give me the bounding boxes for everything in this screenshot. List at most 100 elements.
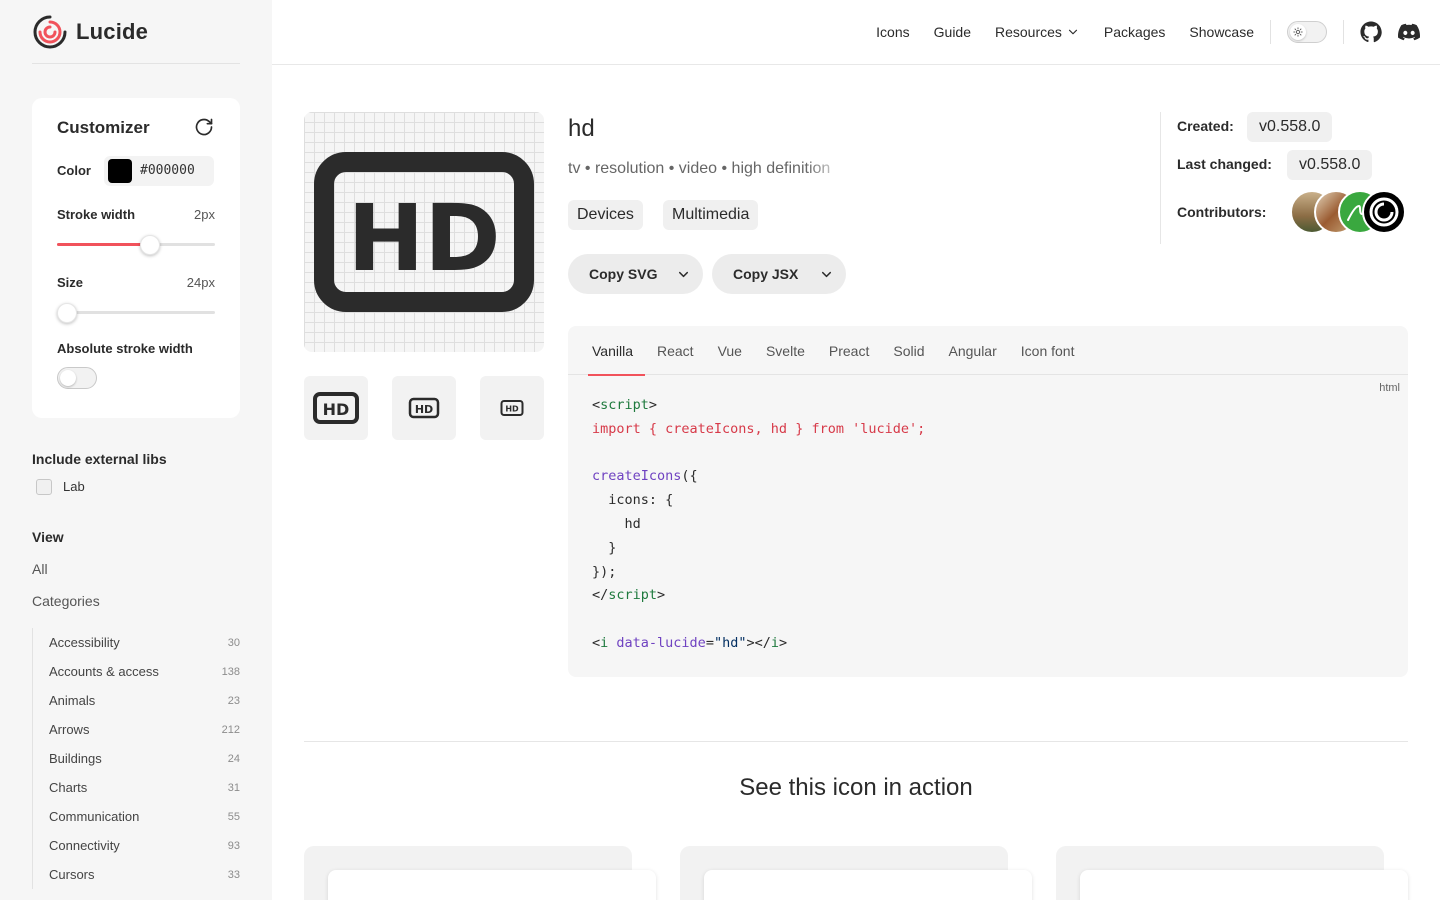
category-name: Connectivity [49,838,120,853]
nav-packages-link[interactable]: Packages [1104,24,1165,40]
code-line: ​ [592,442,925,466]
category-item[interactable]: Charts 31 [33,773,240,802]
avatar[interactable] [1362,190,1406,234]
theme-knob [1290,24,1306,40]
code-line: import { createIcons, hd } from 'lucide'… [592,420,926,437]
last-changed-label: Last changed: [1177,156,1272,172]
discord-icon [1398,23,1420,41]
changed-version-badge[interactable]: v0.558.0 [1287,150,1373,180]
tab-vue[interactable]: Vue [706,326,754,375]
copy-svg-button[interactable]: Copy SVG [568,254,703,294]
code-line: </script> [592,587,666,604]
nav-separator [1343,20,1344,44]
sun-icon [1293,27,1303,37]
created-version-badge[interactable]: v0.558.0 [1247,112,1333,142]
circle-logo-icon [1369,197,1399,227]
category-item[interactable]: Arrows 212 [33,715,240,744]
icon-meta: Created: v0.558.0 Last changed: v0.558.0… [1160,112,1410,244]
tab-icon-font[interactable]: Icon font [1009,326,1087,375]
category-item[interactable]: Connectivity 93 [33,831,240,860]
stroke-width-slider-thumb[interactable] [139,235,160,255]
color-picker[interactable]: #000000 [104,156,214,186]
lab-checkbox[interactable] [36,479,52,495]
github-link[interactable] [1360,21,1382,43]
code-block[interactable]: <script> import { createIcons, hd } from … [592,394,925,656]
category-name: Communication [49,809,140,824]
hd-glyph-text: HD [415,403,433,416]
icon-name: hd [568,115,595,142]
lucide-logo[interactable]: Lucide [32,14,148,50]
hd-icon: HD [408,397,440,419]
lucide-logo-icon [33,15,67,49]
category-name: Arrows [49,722,90,737]
view-heading: View [32,529,64,545]
category-badge-multimedia[interactable]: Multimedia [663,200,759,230]
example-card[interactable] [680,846,1032,900]
reset-icon[interactable] [194,117,214,137]
tab-svelte[interactable]: Svelte [754,326,817,375]
icon-preview-thumb-small[interactable]: HD [480,376,544,440]
github-icon [1360,21,1382,43]
nav-resources-dropdown[interactable]: Resources [995,24,1080,40]
category-item[interactable]: Accounts & access 138 [33,657,240,686]
chevron-down-icon[interactable] [676,267,691,282]
contributors-avatars [1290,190,1406,234]
size-slider-track[interactable] [57,311,215,314]
lab-checkbox-label[interactable]: Lab [63,479,85,494]
discord-link[interactable] [1398,21,1420,43]
icon-preview-thumb-medium[interactable]: HD [392,376,456,440]
action-section-title: See this icon in action [739,774,973,801]
contributors-label: Contributors: [1177,204,1267,220]
top-navigation: Icons Guide Resources Packages Showcase [272,0,1440,65]
view-categories-link[interactable]: Categories [32,593,100,609]
tab-vanilla[interactable]: Vanilla [580,326,645,376]
category-count: 24 [227,752,240,765]
tab-react[interactable]: React [645,326,706,375]
nav-icons-link[interactable]: Icons [876,24,909,40]
category-list: Accessibility 30 Accounts & access 138 Ani… [32,628,240,889]
color-swatch[interactable] [108,159,132,183]
hd-icon: HD [314,152,534,312]
copy-svg-label: Copy SVG [589,266,658,282]
category-item[interactable]: Animals 23 [33,686,240,715]
copy-jsx-button[interactable]: Copy JSX [712,254,846,294]
framework-tabs: Vanilla React Vue Svelte Preact Solid An… [568,326,1408,376]
absolute-stroke-toggle[interactable] [57,367,97,389]
category-item[interactable]: Buildings 24 [33,744,240,773]
category-item[interactable]: Communication 55 [33,802,240,831]
theme-toggle[interactable] [1287,21,1327,43]
icon-preview-thumb-large[interactable]: HD [304,376,368,440]
brand-name: Lucide [76,19,149,44]
category-count: 31 [227,781,240,794]
external-libs-heading: Include external libs [32,451,167,467]
category-count: 33 [227,868,240,881]
tab-solid[interactable]: Solid [881,326,936,375]
category-item[interactable]: Cursors 33 [33,860,240,889]
category-count: 138 [221,665,240,678]
nav-showcase-link[interactable]: Showcase [1189,24,1254,40]
example-card-preview [1080,870,1408,900]
view-all-link[interactable]: All [32,561,48,577]
chevron-down-icon[interactable] [819,267,834,282]
stroke-width-label: Stroke width [57,207,136,222]
customizer-panel: Customizer Color #000000 Stroke width 2p… [32,98,240,418]
nav-guide-link[interactable]: Guide [934,24,971,40]
color-hex-value[interactable]: #000000 [140,163,195,178]
code-line: }); [592,563,617,580]
category-count: 212 [221,723,240,736]
example-card[interactable] [1056,846,1408,900]
example-card[interactable] [304,846,656,900]
hd-glyph-text: HD [323,400,350,419]
tab-preact[interactable]: Preact [817,326,881,375]
size-slider-thumb[interactable] [57,303,77,323]
toggle-knob [60,370,76,386]
category-item[interactable]: Accessibility 30 [33,628,240,657]
tab-angular[interactable]: Angular [937,326,1009,375]
nav-resources-label: Resources [995,24,1062,40]
category-badge-devices[interactable]: Devices [568,200,643,230]
stroke-width-slider-fill [57,243,150,246]
code-line: ​ [592,608,925,632]
hd-glyph-text: HD [347,185,500,292]
copy-jsx-label: Copy JSX [733,266,799,282]
code-line: <i data-lucide="hd"></i> [592,634,788,651]
